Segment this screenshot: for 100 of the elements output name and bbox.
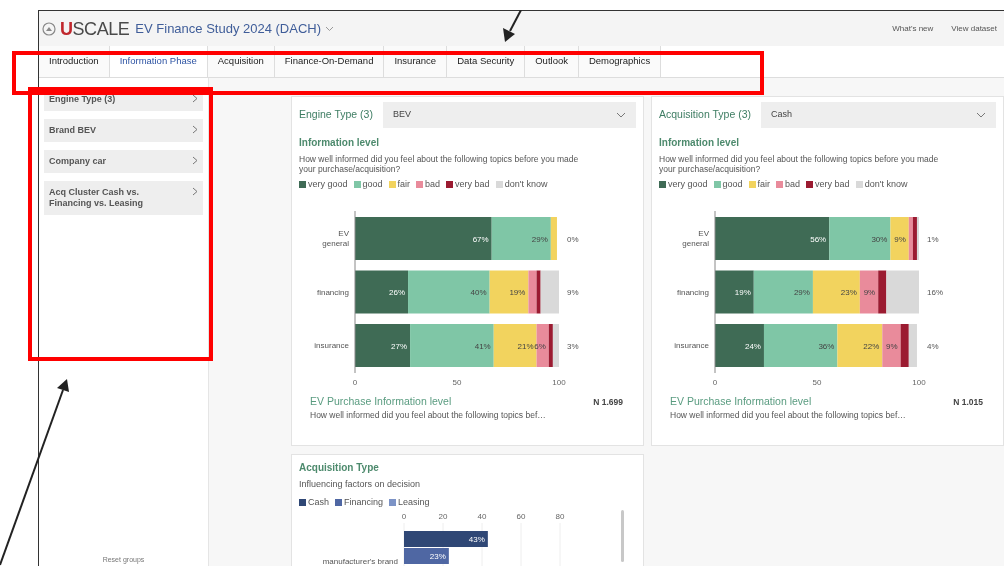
axis-tick-label: 0 — [352, 377, 358, 387]
value-label: 16% — [927, 287, 943, 297]
value-label: 9% — [567, 287, 579, 297]
value-label: 6% — [534, 341, 546, 350]
legend-label: fair — [757, 178, 771, 191]
value-label: 41% — [474, 341, 491, 350]
chevron-down-icon — [976, 112, 986, 118]
chevron-right-icon — [192, 125, 198, 134]
footer-text: How well informed did you feel about the following topics bef… — [669, 409, 907, 422]
axis-tick-label: 20 — [438, 512, 448, 521]
chevron-right-icon — [192, 187, 198, 196]
chevron-right-icon — [192, 156, 198, 165]
value-label: 19% — [734, 287, 751, 297]
axis-tick-label: 100 — [912, 377, 926, 387]
legend-swatch — [495, 181, 503, 189]
legend-swatch — [353, 181, 361, 189]
logo-icon — [42, 21, 56, 36]
axis-tick-label: 0 — [401, 512, 407, 521]
legend-label: very bad — [815, 178, 850, 191]
value-label: 21% — [517, 341, 534, 350]
value-label: 26% — [389, 287, 406, 297]
axis-tick-label: 80 — [555, 512, 565, 521]
value-label: 22% — [863, 341, 880, 350]
value-label: 3% — [567, 341, 579, 350]
category-label: EV general — [322, 228, 349, 248]
study-title[interactable]: EV Finance Study 2024 (DACH) — [135, 18, 322, 39]
axis-tick-label: 50 — [452, 377, 462, 387]
value-label: 9% — [886, 341, 898, 350]
legend-swatch — [335, 498, 342, 506]
legend-label: don't know — [504, 178, 548, 191]
chart-title: Information level — [299, 136, 380, 150]
legend-swatch — [389, 498, 397, 506]
legend-swatch — [416, 181, 424, 189]
value-label: 23% — [840, 287, 857, 297]
chart-subtitle: Influencing factors on decision — [299, 478, 422, 491]
category-label: manufacturer's brand — [322, 557, 398, 566]
legend-swatch — [388, 181, 396, 189]
category-label: insurance — [674, 340, 709, 350]
header-link[interactable]: What's new — [892, 22, 934, 35]
chart-question: How well informed did you feel about the following topics before you made your purchase/acquisition? — [659, 154, 940, 174]
filter-label: Acquisition Type (3) — [659, 107, 752, 123]
legend-label: don't know — [864, 178, 908, 191]
axis-tick-label: 40 — [477, 512, 487, 521]
value-label: 29% — [793, 287, 810, 297]
legend-swatch — [659, 181, 666, 189]
legend-swatch — [806, 181, 814, 189]
value-label: 24% — [744, 341, 761, 350]
legend-swatch — [776, 181, 784, 189]
axis-tick-label: 60 — [516, 512, 526, 521]
value-label: 56% — [810, 234, 827, 243]
legend-label: bad — [785, 178, 801, 191]
legend-swatch — [299, 181, 306, 189]
value-label: 9% — [863, 287, 876, 297]
chart-title: Acquisition Type — [299, 461, 380, 475]
chart-title: Information level — [659, 136, 740, 150]
caret-icon[interactable] — [325, 25, 335, 32]
legend-label: Leasing — [398, 495, 430, 509]
logo-text: USCALE — [60, 19, 130, 38]
legend-label: very good — [308, 178, 348, 191]
legend-swatch — [446, 181, 454, 189]
legend-label: Financing — [344, 495, 384, 509]
chevron-right-icon — [192, 94, 198, 103]
sample-size: N 1.699 — [593, 395, 623, 409]
category-label: insurance — [314, 340, 349, 350]
legend-label: good — [722, 178, 743, 191]
value-label: 19% — [509, 287, 526, 297]
chevron-down-icon — [616, 112, 626, 118]
value-label: 40% — [470, 287, 487, 297]
filter-label: Engine Type (3) — [299, 107, 373, 123]
category-label: EV general — [682, 228, 709, 248]
legend-swatch — [713, 181, 721, 189]
sidebar-item[interactable]: Acq Cluster Cash vs. Financing vs. Leasing — [44, 181, 203, 215]
legend-label: very good — [668, 178, 708, 191]
chart-question: How well informed did you feel about the following topics before you made your purchase/acquisition? — [299, 154, 580, 174]
category-label: financing — [676, 287, 709, 296]
value-label: 30% — [871, 234, 888, 243]
axis-tick-label: 50 — [812, 377, 822, 387]
value-label: 43% — [468, 535, 485, 544]
value-label: 29% — [531, 234, 548, 243]
axis-tick-label: 0 — [712, 377, 718, 387]
header-link[interactable]: View dataset — [951, 22, 997, 35]
legend-swatch — [748, 181, 756, 189]
sample-size: N 1.015 — [953, 395, 983, 409]
value-label: 23% — [429, 552, 446, 561]
legend-swatch — [855, 181, 863, 189]
filter-dropdown[interactable]: BEV — [382, 102, 636, 128]
value-label: 4% — [927, 341, 939, 350]
legend-label: very bad — [455, 178, 490, 191]
category-label: financing — [316, 287, 349, 296]
bar-segment — [908, 323, 917, 367]
value-label: 27% — [391, 341, 408, 350]
legend-label: bad — [425, 178, 441, 191]
footer-text: How well informed did you feel about the following topics bef… — [309, 409, 547, 422]
scrollbar — [621, 510, 624, 562]
filter-dropdown[interactable]: Cash — [761, 102, 996, 128]
sidebar-item[interactable]: Brand BEV — [44, 119, 203, 142]
legend-label: fair — [397, 178, 411, 191]
value-label: 67% — [472, 234, 489, 243]
sidebar-item[interactable]: Company car — [44, 150, 203, 173]
legend-label: Cash — [308, 495, 329, 509]
